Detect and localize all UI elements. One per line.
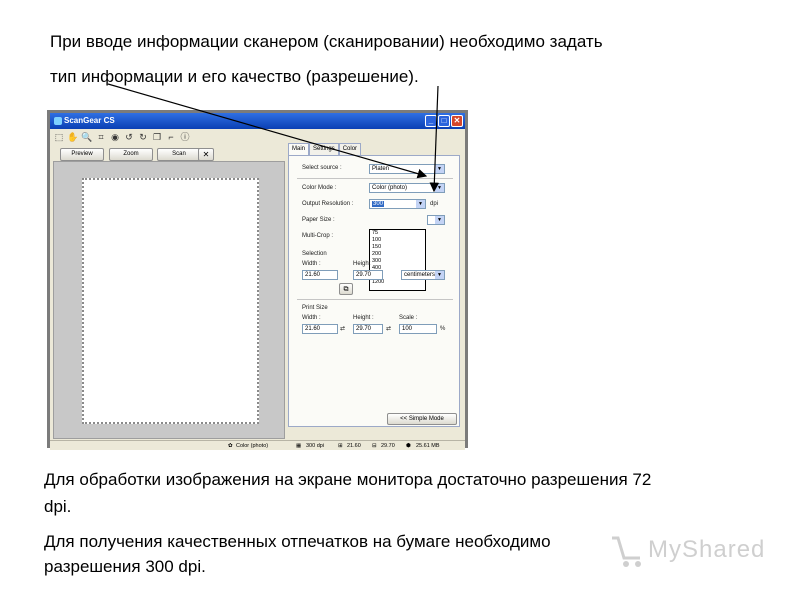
watermark-text: MyShared <box>648 536 766 563</box>
arrow-to-color-mode <box>107 83 428 179</box>
note-2-line-2: разрешения 300 dpi. <box>44 557 206 576</box>
pointer-arrows <box>107 83 440 193</box>
note-1-line-1: Для обработки изображения на экране мони… <box>44 470 652 489</box>
arrow-to-resolution <box>429 85 440 193</box>
watermark-logo: MyShared <box>608 530 768 570</box>
note-2-line-1: Для получения качественных отпечатков на… <box>44 532 551 551</box>
cart-icon <box>612 536 641 567</box>
note-1-line-2: dpi. <box>44 497 72 516</box>
